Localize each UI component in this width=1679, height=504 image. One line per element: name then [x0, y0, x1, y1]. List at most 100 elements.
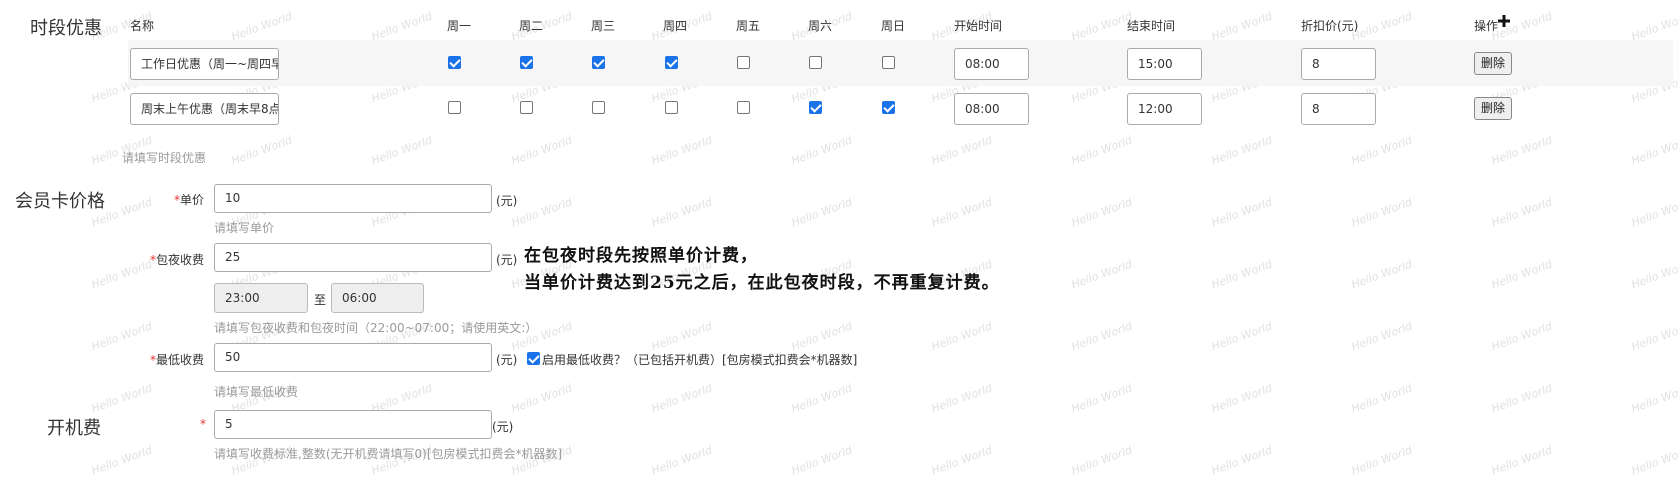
watermark-text: Hello World [1349, 381, 1414, 416]
watermark-text: Hello World [1629, 9, 1679, 44]
watermark-text: Hello World [789, 133, 854, 168]
overnight-hint: 请填写包夜收费和包夜时间（22:00~07:00；请使用英文:） [214, 321, 538, 335]
table-row-1 [128, 40, 1673, 86]
annotation-line-2: 当单价计费达到25元之后，在此包夜时段，不再重复计费。 [524, 273, 1000, 293]
watermark-text: Hello World [1069, 381, 1134, 416]
watermark-text: Hello World [369, 9, 434, 44]
row1-start-time-input[interactable]: 08:00 [954, 48, 1029, 80]
row1-discount-price-input[interactable]: 8 [1301, 48, 1376, 80]
row2-wed-checkbox[interactable] [592, 101, 605, 114]
watermark-text: Hello World [229, 133, 294, 168]
time-discount-hint: 请填写时段优惠 [122, 151, 207, 165]
watermark-text: Hello World [1629, 195, 1679, 230]
watermark-text: Hello World [1489, 257, 1554, 292]
header-sun: 周日 [881, 19, 906, 33]
row1-end-time-input[interactable]: 15:00 [1127, 48, 1202, 80]
watermark-text: Hello World [89, 319, 154, 354]
row1-sat-checkbox[interactable] [809, 56, 822, 69]
watermark-text: Hello World [649, 443, 714, 478]
watermark-text: Hello World [1069, 133, 1134, 168]
unit-price-input[interactable]: 10 [214, 184, 492, 213]
watermark-text: Hello World [1629, 257, 1679, 292]
row2-sat-checkbox[interactable] [809, 101, 822, 114]
boot-fee-input[interactable]: 5 [214, 410, 492, 439]
watermark-text: Hello World [89, 381, 154, 416]
overnight-annotation: 在包夜时段先按照单价计费， 当单价计费达到25元之后，在此包夜时段，不再重复计费… [524, 243, 1000, 297]
section-title-boot-fee: 开机费 [47, 418, 101, 439]
overnight-start-time-input[interactable]: 23:00 [214, 283, 308, 313]
row2-mon-checkbox[interactable] [448, 101, 461, 114]
enable-min-charge-checkbox[interactable] [527, 352, 540, 365]
watermark-text: Hello World [1349, 133, 1414, 168]
row2-end-time-input[interactable]: 12:00 [1127, 93, 1202, 125]
row2-discount-price-input[interactable]: 8 [1301, 93, 1376, 125]
header-discount-price: 折扣价(元) [1301, 19, 1359, 33]
watermark-text: Hello World [229, 9, 294, 44]
row2-start-time-input[interactable]: 08:00 [954, 93, 1029, 125]
min-charge-label: *最低收费 [149, 353, 204, 367]
header-mon: 周一 [447, 19, 472, 33]
row1-thu-checkbox[interactable] [665, 56, 678, 69]
boot-fee-hint: 请填写收费标准,整数(无开机费请填写0)[包房模式扣费会*机器数] [214, 447, 563, 461]
watermark-text: Hello World [1349, 443, 1414, 478]
row2-thu-checkbox[interactable] [665, 101, 678, 114]
watermark-text: Hello World [789, 443, 854, 478]
row1-name-input[interactable]: 工作日优惠（周一~周四早 [130, 48, 279, 80]
header-action: 操作 [1474, 19, 1499, 33]
boot-fee-required-mark: * [200, 417, 206, 431]
boot-fee-unit: (元) [492, 420, 514, 434]
watermark-text: Hello World [1069, 257, 1134, 292]
watermark-text: Hello World [1069, 195, 1134, 230]
header-wed: 周三 [591, 19, 616, 33]
watermark-text: Hello World [1629, 443, 1679, 478]
watermark-text: Hello World [509, 381, 574, 416]
watermark-text: Hello World [1209, 133, 1274, 168]
overnight-time-separator: 至 [314, 293, 327, 307]
row2-fri-checkbox[interactable] [737, 101, 750, 114]
watermark-text: Hello World [1489, 443, 1554, 478]
section-title-member-price: 会员卡价格 [15, 191, 105, 212]
overnight-end-time-input[interactable]: 06:00 [331, 283, 424, 313]
watermark-text: Hello World [789, 319, 854, 354]
enable-min-charge-label: 启用最低收费？（已包括开机费）[包房模式扣费会*机器数] [542, 353, 858, 367]
row1-sun-checkbox[interactable] [882, 56, 895, 69]
watermark-text: Hello World [789, 195, 854, 230]
row1-delete-button[interactable]: 删除 [1474, 52, 1513, 75]
row1-tue-checkbox[interactable] [520, 56, 533, 69]
min-charge-hint: 请填写最低收费 [214, 385, 299, 399]
header-end-time: 结束时间 [1127, 19, 1176, 33]
watermark-text: Hello World [1209, 195, 1274, 230]
overnight-fee-input[interactable]: 25 [214, 243, 492, 272]
watermark-text: Hello World [1069, 443, 1134, 478]
overnight-fee-unit: (元) [496, 253, 518, 267]
watermark-text: Hello World [89, 443, 154, 478]
min-charge-input[interactable]: 50 [214, 343, 492, 372]
watermark-text: Hello World [1629, 133, 1679, 168]
watermark-text: Hello World [1209, 257, 1274, 292]
watermark-text: Hello World [369, 133, 434, 168]
watermark-text: Hello World [649, 133, 714, 168]
unit-price-unit: (元) [496, 194, 518, 208]
watermark-text: Hello World [1489, 133, 1554, 168]
watermark-text: Hello World [509, 195, 574, 230]
row2-name-input[interactable]: 周末上午优惠（周末早8点 [130, 93, 279, 125]
row1-mon-checkbox[interactable] [448, 56, 461, 69]
row1-fri-checkbox[interactable] [737, 56, 750, 69]
watermark-text: Hello World [1349, 9, 1414, 44]
row1-wed-checkbox[interactable] [592, 56, 605, 69]
add-row-plus-icon[interactable] [1498, 15, 1510, 27]
watermark-text: Hello World [1629, 381, 1679, 416]
watermark-text: Hello World [1069, 9, 1134, 44]
header-thu: 周四 [663, 19, 688, 33]
watermark-text: Hello World [1209, 319, 1274, 354]
row2-tue-checkbox[interactable] [520, 101, 533, 114]
watermark-text: Hello World [1349, 257, 1414, 292]
header-sat: 周六 [808, 19, 833, 33]
row2-sun-checkbox[interactable] [882, 101, 895, 114]
header-name: 名称 [130, 19, 155, 33]
watermark-text: Hello World [1349, 319, 1414, 354]
row2-delete-button[interactable]: 删除 [1474, 97, 1513, 120]
unit-price-label: *单价 [173, 193, 204, 207]
overnight-fee-label: *包夜收费 [149, 253, 204, 267]
watermark-text: Hello World [929, 381, 994, 416]
